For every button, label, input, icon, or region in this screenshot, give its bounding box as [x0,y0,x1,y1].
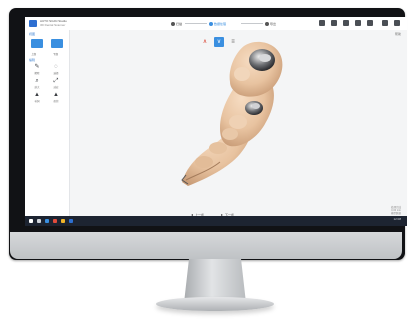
3d-viewport[interactable]: 帮助 ∧ ∨ ≡ 处理完成 0.00 mm 模型数据 [70,30,407,216]
title-bar: AUTO SCAN Studio 3D Dental Scanner 扫描 数据… [25,17,407,31]
app-taskbar-icon[interactable] [69,219,73,223]
step-export[interactable]: 导出 [265,20,276,27]
taskbar: 12:08 [25,216,407,226]
scan-tooth [209,142,227,154]
view-button-label: 上颌 [31,53,37,56]
step-label: 数据处理 [214,21,227,26]
app-taskbar-icon[interactable] [45,219,49,223]
minimize-icon[interactable] [382,20,388,26]
save-icon[interactable] [319,20,325,26]
expand-icon: ⤢ [53,78,59,84]
tool-label: 适应 [53,86,59,89]
zoom-icon: ⌕ [35,78,39,84]
eraser-icon: ✎ [34,64,40,70]
app-logo-icon [29,20,37,27]
start-icon[interactable] [29,219,33,223]
monitor-stand-base [156,297,274,311]
close-icon[interactable] [394,20,400,26]
step-label: 扫描 [176,21,183,26]
panel-section-edit: 编辑 [29,58,36,62]
tool-label: 修剪 [53,100,59,103]
dental-scan-model[interactable] [70,30,407,216]
scan-tooth [195,156,213,168]
status-line: 模型数据 [390,212,401,215]
share-icon[interactable] [355,20,361,26]
tool-label: 选择 [53,72,59,75]
eraser-tool[interactable]: ✎ 擦除 [30,64,44,76]
panel-section-view: 视图 [29,32,36,36]
step-dot-icon [209,21,213,26]
workflow-steps: 扫描 数据处理 导出 [171,20,279,27]
zoom-tool[interactable]: ⌕ 放大 [30,78,44,90]
trim-tool[interactable]: ▲ 修剪 [49,92,63,104]
help-icon[interactable] [367,20,373,26]
tool-panel: 视图 上颌 下颌 编辑 ✎ 擦除 ◌ 选择 ⌕ 放大 ⤢ 适应 ▲ 补洞 ▲ 修… [25,30,70,216]
folder-icon[interactable] [61,219,65,223]
step-label: 导出 [270,21,277,26]
tool-label: 放大 [34,86,40,89]
step-connector [185,23,207,24]
tool-label: 补洞 [34,100,40,103]
monitor-chin [10,232,402,259]
implant-scanbody-highlight [259,54,271,62]
triangle-icon: ▲ [53,92,59,98]
scan-tooth [229,115,247,129]
settings-icon[interactable] [343,20,349,26]
lasso-icon: ◌ [54,64,58,70]
upper-jaw-button[interactable] [31,39,43,48]
screen: AUTO SCAN Studio 3D Dental Scanner 扫描 数据… [25,17,407,226]
lower-jaw-button[interactable] [51,39,63,48]
view-button-label: 下颌 [53,53,59,56]
app-taskbar-icon[interactable] [53,219,57,223]
app-subtitle: 3D Dental Scanner [40,23,66,27]
fill-hole-tool[interactable]: ▲ 补洞 [30,92,44,104]
triangle-icon: ▲ [34,92,40,98]
select-tool[interactable]: ◌ 选择 [49,64,63,76]
implant-scanbody-highlight [252,103,260,109]
step-dot-icon [265,21,269,26]
step-connector [241,23,263,24]
fit-view-tool[interactable]: ⤢ 适应 [49,78,63,90]
scan-tooth [222,128,238,140]
system-tray-clock[interactable]: 12:08 [393,218,401,221]
step-scan[interactable]: 扫描 [171,20,182,27]
scan-tooth [234,67,250,81]
tool-label: 擦除 [34,72,40,75]
step-process[interactable]: 数据处理 [209,20,226,27]
step-dot-icon [171,21,175,26]
search-icon[interactable] [37,219,41,223]
undo-icon[interactable] [331,20,337,26]
